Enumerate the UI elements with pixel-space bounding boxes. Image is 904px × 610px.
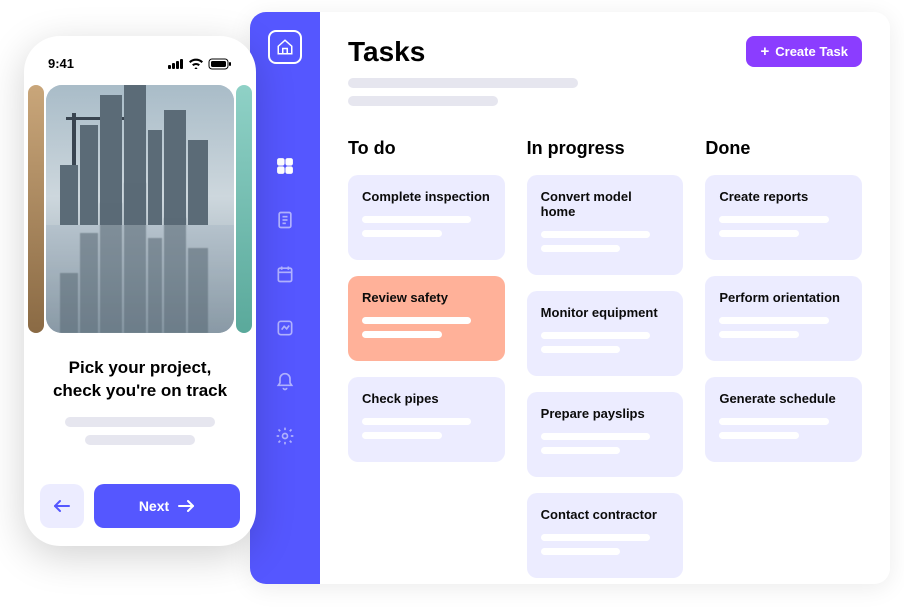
phone-mockup: 9:41 Pick your project,check you're on t…	[24, 36, 256, 546]
next-button[interactable]: Next	[94, 484, 240, 528]
task-card[interactable]: Create reports	[705, 175, 862, 260]
column-title: In progress	[527, 138, 684, 159]
signal-icon	[168, 58, 184, 69]
kanban-board: To do Complete inspection Review safety Che…	[348, 138, 862, 584]
card-placeholder	[719, 418, 828, 425]
logo	[268, 30, 302, 64]
task-card[interactable]: Perform orientation	[705, 276, 862, 361]
card-placeholder	[362, 432, 442, 439]
card-placeholder	[362, 317, 471, 324]
chart-icon	[275, 318, 295, 338]
card-title: Prepare payslips	[541, 406, 670, 421]
nav-settings[interactable]	[273, 424, 297, 448]
card-placeholder	[719, 317, 828, 324]
card-title: Create reports	[719, 189, 848, 204]
card-title: Review safety	[362, 290, 491, 305]
dashboard-window: Tasks + Create Task To do Complete inspec…	[250, 12, 890, 584]
task-card[interactable]: Convert model home	[527, 175, 684, 275]
battery-icon	[208, 58, 232, 70]
plus-icon: +	[760, 44, 769, 59]
card-placeholder	[541, 433, 650, 440]
card-title: Perform orientation	[719, 290, 848, 305]
card-placeholder	[362, 418, 471, 425]
task-card[interactable]: Check pipes	[348, 377, 505, 462]
wifi-icon	[188, 58, 204, 69]
card-placeholder	[541, 447, 621, 454]
card-placeholder	[362, 216, 471, 223]
status-icons	[168, 58, 232, 70]
phone-actions: Next	[40, 484, 240, 528]
task-card[interactable]: Complete inspection	[348, 175, 505, 260]
card-title: Contact contractor	[541, 507, 670, 522]
card-placeholder	[719, 216, 828, 223]
card-title: Convert model home	[541, 189, 670, 219]
status-time: 9:41	[48, 56, 74, 71]
card-placeholder	[362, 230, 442, 237]
sidebar	[250, 12, 320, 584]
create-task-button[interactable]: + Create Task	[746, 36, 862, 67]
carousel-peek-left	[28, 85, 44, 333]
task-card[interactable]: Prepare payslips	[527, 392, 684, 477]
onboarding-subtitle-placeholder	[40, 417, 240, 445]
gear-icon	[275, 426, 295, 446]
arrow-right-icon	[177, 499, 195, 513]
card-placeholder	[541, 548, 621, 555]
onboarding-title: Pick your project,check you're on track	[40, 357, 240, 403]
nav-analytics[interactable]	[273, 316, 297, 340]
nav-dashboard[interactable]	[273, 154, 297, 178]
card-placeholder	[541, 231, 650, 238]
column-2: Done Create reports Perform orientation Gen…	[705, 138, 862, 584]
nav-documents[interactable]	[273, 208, 297, 232]
card-placeholder	[541, 332, 650, 339]
nav-calendar[interactable]	[273, 262, 297, 286]
card-placeholder	[541, 346, 621, 353]
status-bar: 9:41	[40, 52, 240, 71]
main-panel: Tasks + Create Task To do Complete inspec…	[320, 12, 890, 584]
card-title: Complete inspection	[362, 189, 491, 204]
page-title: Tasks	[348, 36, 578, 68]
back-button[interactable]	[40, 484, 84, 528]
column-title: To do	[348, 138, 505, 159]
card-placeholder	[719, 432, 799, 439]
column-0: To do Complete inspection Review safety Che…	[348, 138, 505, 584]
carousel-peek-right	[236, 85, 252, 333]
sidebar-nav	[273, 154, 297, 448]
card-placeholder	[541, 534, 650, 541]
main-header: Tasks + Create Task	[348, 36, 862, 106]
task-card[interactable]: Monitor equipment	[527, 291, 684, 376]
image-carousel[interactable]	[40, 85, 240, 333]
column-title: Done	[705, 138, 862, 159]
dashboard-icon	[275, 156, 295, 176]
card-title: Monitor equipment	[541, 305, 670, 320]
card-placeholder	[719, 230, 799, 237]
card-placeholder	[719, 331, 799, 338]
column-1: In progress Convert model home Monitor equ…	[527, 138, 684, 584]
card-placeholder	[541, 245, 621, 252]
card-placeholder	[362, 331, 442, 338]
document-icon	[275, 210, 295, 230]
task-card[interactable]: Contact contractor	[527, 493, 684, 578]
subtitle-placeholder	[348, 78, 578, 106]
calendar-icon	[275, 264, 295, 284]
task-card[interactable]: Generate schedule	[705, 377, 862, 462]
card-title: Check pipes	[362, 391, 491, 406]
bell-icon	[275, 372, 295, 392]
card-title: Generate schedule	[719, 391, 848, 406]
nav-notifications[interactable]	[273, 370, 297, 394]
create-task-label: Create Task	[775, 44, 848, 59]
task-card[interactable]: Review safety	[348, 276, 505, 361]
arrow-left-icon	[53, 499, 71, 513]
carousel-image	[46, 85, 234, 333]
next-label: Next	[139, 498, 169, 514]
